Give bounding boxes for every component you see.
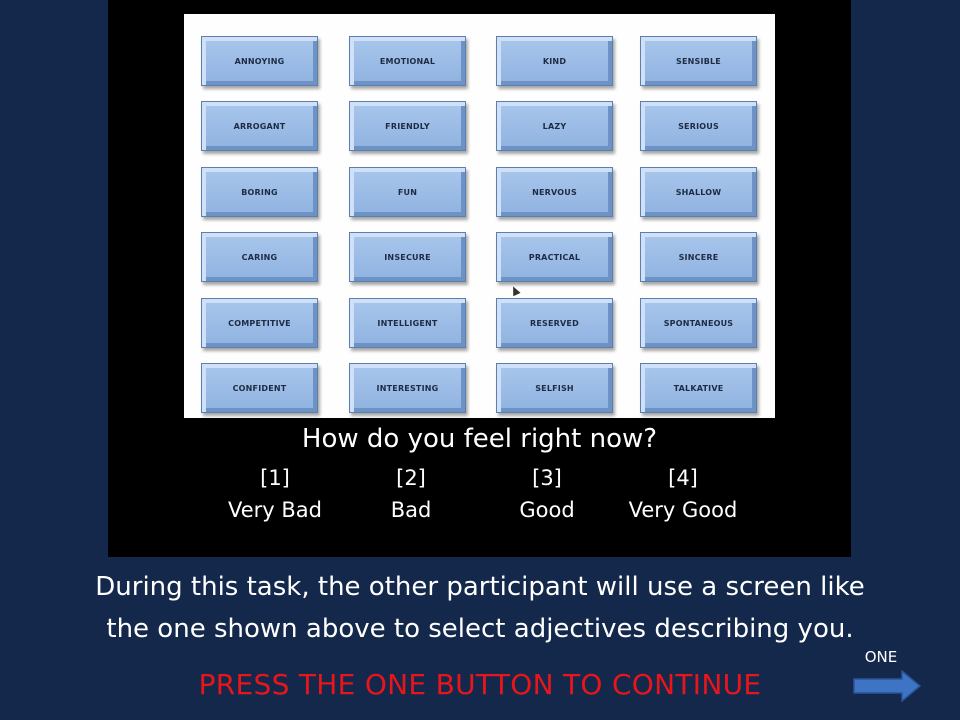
continue-prompt: PRESS THE ONE BUTTON TO CONTINUE (198, 668, 762, 701)
adjective-button-selfish[interactable]: SELFISH (496, 363, 613, 413)
instruction-line-1: During this task, the other participant … (95, 572, 865, 602)
adjective-button-emotional[interactable]: EMOTIONAL (349, 36, 466, 86)
rating-key-4: [4] (668, 466, 698, 490)
mood-question: How do you feel right now? (301, 424, 658, 454)
rating-key-2: [2] (396, 466, 426, 490)
adjective-button-sincere[interactable]: SINCERE (640, 232, 757, 282)
next-button-label: ONE (864, 648, 898, 666)
adjective-button-friendly[interactable]: FRIENDLY (349, 101, 466, 151)
adjective-button-arrogant[interactable]: ARROGANT (201, 101, 318, 151)
adjective-button-boring[interactable]: BORING (201, 167, 318, 217)
adjective-button-shallow[interactable]: SHALLOW (640, 167, 757, 217)
adjective-button-talkative[interactable]: TALKATIVE (640, 363, 757, 413)
adjective-button-caring[interactable]: CARING (201, 232, 318, 282)
adjective-button-intelligent[interactable]: INTELLIGENT (349, 298, 466, 348)
adjective-button-lazy[interactable]: LAZY (496, 101, 613, 151)
rating-label-bad: Bad (390, 498, 432, 522)
adjective-button-nervous[interactable]: NERVOUS (496, 167, 613, 217)
rating-label-good: Good (519, 498, 575, 522)
adjective-button-competitive[interactable]: COMPETITIVE (201, 298, 318, 348)
adjective-button-interesting[interactable]: INTERESTING (349, 363, 466, 413)
adjective-button-serious[interactable]: SERIOUS (640, 101, 757, 151)
next-arrow-icon[interactable] (852, 670, 922, 702)
adjective-button-annoying[interactable]: ANNOYING (201, 36, 318, 86)
adjective-button-fun[interactable]: FUN (349, 167, 466, 217)
instruction-line-2: the one shown above to select adjectives… (106, 614, 854, 644)
adjective-button-sensible[interactable]: SENSIBLE (640, 36, 757, 86)
adjective-button-kind[interactable]: KIND (496, 36, 613, 86)
adjective-button-confident[interactable]: CONFIDENT (201, 363, 318, 413)
rating-label-very-good: Very Good (628, 498, 738, 522)
adjective-button-insecure[interactable]: INSECURE (349, 232, 466, 282)
rating-key-1: [1] (260, 466, 290, 490)
adjective-button-spontaneous[interactable]: SPONTANEOUS (640, 298, 757, 348)
rating-label-very-bad: Very Bad (228, 498, 322, 522)
adjective-button-reserved[interactable]: RESERVED (496, 298, 613, 348)
instruction-text: During this task, the other participant … (0, 566, 960, 650)
adjective-button-practical[interactable]: PRACTICAL (496, 232, 613, 282)
rating-key-3: [3] (532, 466, 562, 490)
